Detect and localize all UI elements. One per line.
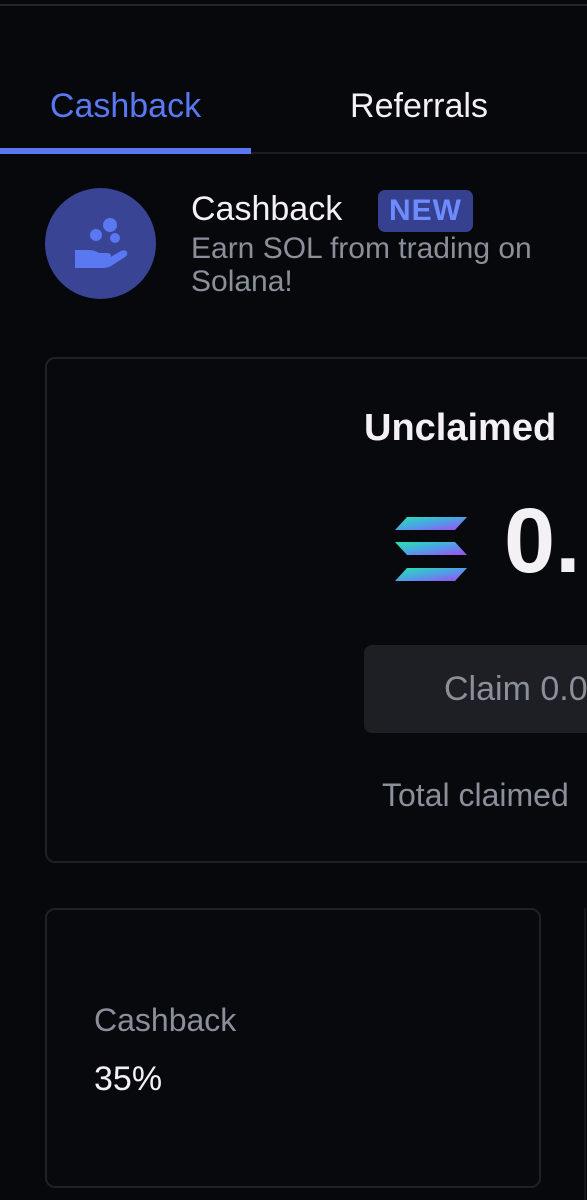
tab-cashback[interactable]: Cashback bbox=[0, 60, 251, 155]
hand-coins-icon bbox=[75, 218, 128, 268]
adjacent-card-edge bbox=[584, 908, 586, 1200]
total-claimed-label: Total claimed bbox=[382, 777, 569, 813]
unclaimed-amount: 0. bbox=[504, 490, 581, 592]
new-badge: NEW bbox=[378, 190, 473, 232]
unclaimed-card: Unclaimed 0. Claim 0.0 Total claimed bbox=[45, 357, 587, 863]
cashback-rate-label: Cashback bbox=[94, 1002, 237, 1038]
cashback-rate-card: Cashback 35% bbox=[45, 908, 541, 1188]
claim-button[interactable]: Claim 0.0 bbox=[364, 645, 587, 733]
tab-bar: Cashback Referrals bbox=[0, 60, 587, 155]
header-subtitle: Earn SOL from trading on Solana! bbox=[191, 232, 532, 298]
cashback-page: Cashback Referrals Cashback NEW Earn SOL… bbox=[0, 0, 587, 1200]
solana-logo-icon bbox=[395, 517, 467, 581]
header-title: Cashback bbox=[191, 190, 343, 228]
avatar bbox=[45, 188, 156, 299]
unclaimed-label: Unclaimed bbox=[364, 407, 557, 449]
top-divider bbox=[0, 4, 587, 6]
active-tab-indicator bbox=[0, 148, 251, 154]
cashback-rate-value: 35% bbox=[94, 1060, 163, 1098]
cashback-header: Cashback NEW Earn SOL from trading on So… bbox=[45, 188, 587, 303]
tab-referrals[interactable]: Referrals bbox=[290, 60, 548, 155]
